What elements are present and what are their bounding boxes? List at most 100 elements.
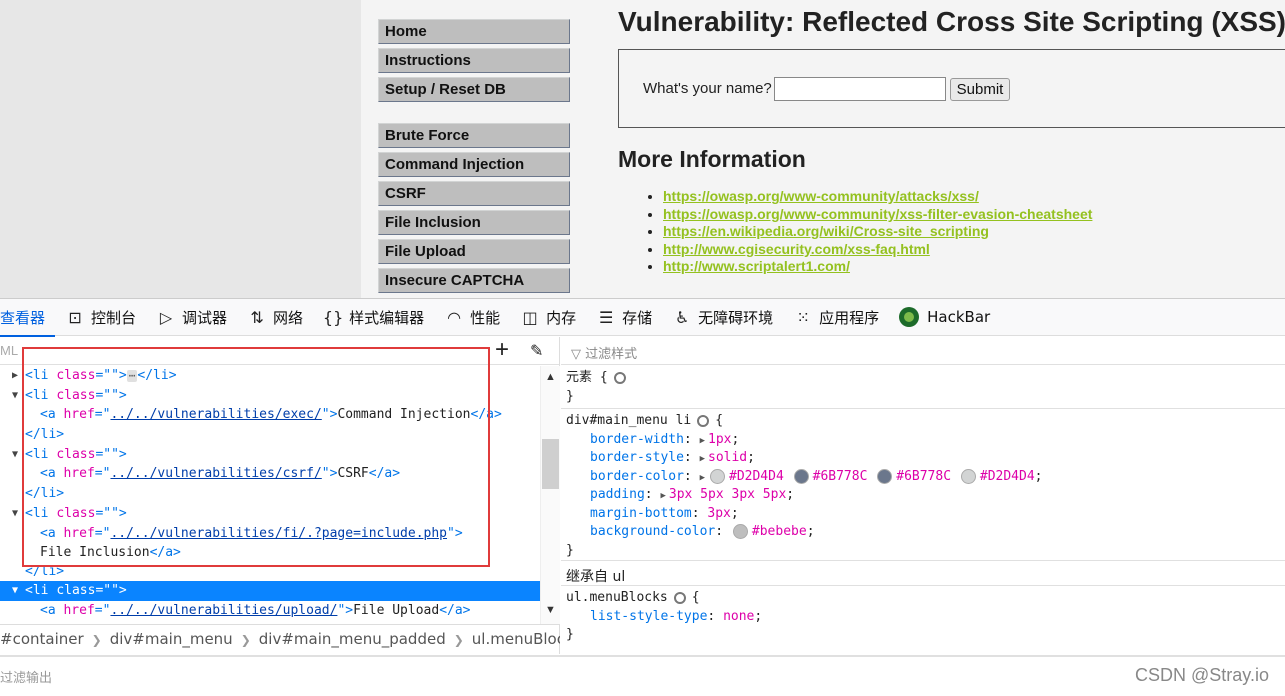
tab-style-editor[interactable]: {} 样式编辑器 [313, 298, 434, 336]
link-wikipedia-xss[interactable]: https://en.wikipedia.org/wiki/Cross-site… [663, 223, 989, 239]
tab-network[interactable]: ⇅ 网络 [237, 298, 313, 336]
menu-item-file-upload[interactable]: File Upload [378, 239, 570, 264]
rule-selector[interactable]: div#main_menu li [566, 413, 691, 428]
scroll-up-icon[interactable]: ▲ [545, 371, 556, 383]
color-swatch[interactable] [710, 468, 725, 484]
expand-arrow-icon[interactable]: ▶ [700, 473, 705, 483]
console-filter-input[interactable]: 过滤输出 [0, 667, 52, 686]
tree-node[interactable]: <a href="../../vulnerabilities/fi/.?page… [0, 524, 540, 543]
collapse-arrow-icon[interactable]: ▼ [12, 581, 18, 601]
collapse-arrow-icon[interactable]: ▼ [12, 504, 18, 524]
tab-application[interactable]: ⁙ 应用程序 [783, 298, 889, 336]
href-link[interactable]: ../../vulnerabilities/exec/ [110, 407, 321, 422]
declaration[interactable]: background-color: #bebebe; [566, 523, 1280, 542]
tree-node[interactable]: ▼ <li class=""> [0, 445, 540, 465]
expand-arrow-icon[interactable]: ▶ [12, 366, 18, 386]
prop-name[interactable]: margin-bottom [590, 506, 692, 521]
prop-value[interactable]: none [723, 609, 754, 624]
declaration[interactable]: border-width: ▶ 1px; [566, 431, 1280, 450]
prop-value[interactable]: #D2D4D4 [980, 469, 1035, 484]
collapse-arrow-icon[interactable]: ▼ [12, 386, 18, 406]
tab-accessibility[interactable]: ♿ 无障碍环境 [662, 298, 783, 336]
gear-icon[interactable] [613, 371, 626, 384]
name-input[interactable] [774, 77, 946, 101]
color-swatch[interactable] [960, 468, 976, 484]
rule-selector[interactable]: ul.menuBlocks [566, 590, 668, 605]
prop-value[interactable]: #bebebe [752, 524, 807, 539]
link-cgisecurity[interactable]: http://www.cgisecurity.com/xss-faq.html [663, 241, 930, 257]
prop-value[interactable]: 1px [708, 432, 731, 447]
declaration[interactable]: list-style-type: none; [566, 608, 1280, 627]
href-link[interactable]: ../../vulnerabilities/csrf/ [110, 466, 321, 481]
prop-name[interactable]: background-color [590, 524, 715, 539]
expand-arrow-icon[interactable]: ▶ [660, 491, 665, 501]
expand-arrow-icon[interactable]: ▶ [700, 436, 705, 446]
tree-node[interactable]: <a href="../../vulnerabilities/csrf/">CS… [0, 464, 540, 484]
collapse-arrow-icon[interactable]: ▼ [12, 445, 18, 465]
tree-node-selected[interactable]: ▼ <li class=""> [0, 581, 540, 601]
filter-styles-input[interactable]: 过滤样式 [585, 347, 637, 362]
breadcrumb-item[interactable]: div#main_menu_padded [259, 630, 446, 648]
declaration[interactable]: padding: ▶ 3px 5px 3px 5px; [566, 486, 1280, 505]
breadcrumb-item[interactable]: div#main_menu [110, 630, 233, 648]
tab-memory[interactable]: ◫ 内存 [510, 298, 586, 336]
eyedropper-icon[interactable]: ✎ [530, 341, 543, 361]
menu-item-insecure-captcha[interactable]: Insecure CAPTCHA [378, 268, 570, 293]
prop-name[interactable]: list-style-type [590, 609, 707, 624]
tree-node[interactable]: ▼ <li class=""> [0, 386, 540, 406]
tab-inspector[interactable]: 查看器 [0, 298, 56, 337]
prop-name[interactable]: border-width [590, 432, 684, 447]
color-swatch[interactable] [793, 468, 809, 484]
menu-item-setup-reset-db[interactable]: Setup / Reset DB [378, 77, 570, 102]
tree-node[interactable]: </li> [0, 562, 540, 582]
tab-debugger[interactable]: ▷ 调试器 [146, 298, 237, 336]
submit-button[interactable]: Submit [950, 78, 1010, 101]
tab-console[interactable]: ⊡ 控制台 [55, 298, 146, 336]
html-search-input[interactable]: ML [0, 343, 18, 358]
prop-name[interactable]: border-style [590, 450, 684, 465]
collapsed-ellipsis[interactable]: ⋯ [126, 370, 138, 382]
tree-node[interactable]: ▶ <li class=""> ⋯ </li> [0, 366, 540, 386]
tree-node[interactable]: </li> [0, 484, 540, 504]
href-link[interactable]: ../../vulnerabilities/fi/.?page=include.… [110, 526, 447, 541]
prop-value[interactable]: 3px [707, 506, 730, 521]
color-swatch[interactable] [732, 524, 748, 539]
tree-node[interactable]: </li> [0, 425, 540, 445]
menu-item-file-inclusion[interactable]: File Inclusion [378, 210, 570, 235]
breadcrumb-item[interactable]: ul.menuBlocks [472, 630, 560, 648]
scroll-down-icon[interactable]: ▼ [545, 604, 556, 616]
gear-icon[interactable] [697, 414, 710, 427]
link-scriptalert1[interactable]: http://www.scriptalert1.com/ [663, 258, 850, 274]
tab-storage[interactable]: ☰ 存储 [586, 298, 662, 336]
tab-performance[interactable]: ◠ 性能 [434, 298, 510, 336]
markup-scrollbar[interactable]: ▲ ▼ [540, 366, 560, 624]
prop-value[interactable]: #6B778C [813, 469, 868, 484]
tree-node[interactable]: ▼ <li class=""> [0, 504, 540, 524]
menu-item-instructions[interactable]: Instructions [378, 48, 570, 73]
tab-hackbar[interactable]: HackBar [889, 298, 1000, 336]
menu-item-home[interactable]: Home [378, 19, 570, 44]
prop-name[interactable]: border-color [590, 469, 684, 484]
prop-value[interactable]: #D2D4D4 [729, 469, 784, 484]
declaration[interactable]: border-style: ▶ solid; [566, 449, 1280, 468]
menu-item-brute-force[interactable]: Brute Force [378, 123, 570, 148]
expand-arrow-icon[interactable]: ▶ [700, 454, 705, 464]
gear-icon[interactable] [673, 591, 686, 604]
href-link[interactable]: ../../vulnerabilities/upload/ [110, 603, 337, 618]
prop-name[interactable]: padding [590, 487, 645, 502]
declaration[interactable]: border-color: ▶ #D2D4D4 #6B778C #6B778C #… [566, 468, 1280, 487]
add-node-button[interactable]: + [495, 338, 509, 362]
tree-node[interactable]: <a href="../../vulnerabilities/exec/">Co… [0, 405, 540, 425]
prop-value[interactable]: 3px 5px 3px 5px [669, 487, 786, 502]
prop-value[interactable]: #6B778C [896, 469, 951, 484]
menu-item-command-injection[interactable]: Command Injection [378, 152, 570, 177]
link-owasp-filter-evasion[interactable]: https://owasp.org/www-community/xss-filt… [663, 206, 1092, 222]
prop-value[interactable]: solid [708, 450, 747, 465]
breadcrumb-item[interactable]: #container [0, 630, 84, 648]
declaration[interactable]: margin-bottom: 3px; [566, 505, 1280, 524]
color-swatch[interactable] [877, 468, 893, 484]
menu-item-csrf[interactable]: CSRF [378, 181, 570, 206]
tree-node[interactable]: <a href="../../vulnerabilities/upload/">… [0, 601, 540, 621]
link-owasp-xss[interactable]: https://owasp.org/www-community/attacks/… [663, 188, 979, 204]
scrollbar-thumb[interactable] [542, 439, 559, 489]
